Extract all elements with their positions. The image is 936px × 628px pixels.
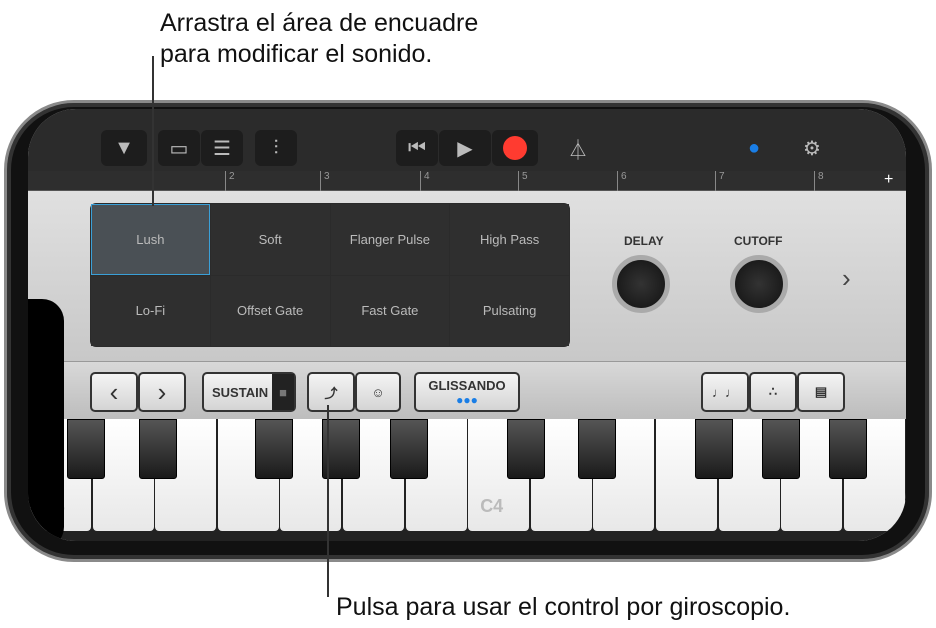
- triangle-down-icon: ▼: [114, 136, 134, 159]
- keyboard[interactable]: C3C4: [28, 419, 906, 541]
- settings-button[interactable]: ⚙: [792, 130, 832, 166]
- black-key[interactable]: [255, 419, 293, 479]
- ruler-bar: 5: [518, 171, 528, 191]
- black-key[interactable]: [762, 419, 800, 479]
- black-key[interactable]: [829, 419, 867, 479]
- black-key[interactable]: [578, 419, 616, 479]
- callout-bottom: Pulsa para usar el control por giroscopi…: [336, 593, 791, 621]
- callout-top: Arrastra el área de encuadre para modifi…: [160, 9, 479, 68]
- ruler-bar: 8: [814, 171, 824, 191]
- keyboard-controls: ‹ › SUSTAIN ■ ⤴ ☺ GLISSANDO ●●● ♩♩ ∴ ▤: [28, 361, 906, 419]
- preset-cell[interactable]: Flanger Pulse: [330, 204, 450, 275]
- garageband-screen: ▼ ▭ ☰ ⫶ ⏮ ▶ ⏃ ● ⚙ 2 3 4 5 6 7 8 + Lush S…: [28, 109, 906, 541]
- list-icon: ☰: [213, 137, 231, 160]
- preset-cell[interactable]: Offset Gate: [210, 275, 330, 346]
- record-icon: [503, 136, 527, 160]
- metronome-icon: ⏃: [568, 139, 588, 162]
- ruler-bar: 3: [320, 171, 330, 191]
- notes-icon: ♩♩: [712, 384, 738, 400]
- cutoff-label: CUTOFF: [734, 234, 783, 248]
- skip-back-icon: ⏮: [408, 136, 426, 159]
- sliders-icon: ⫶: [273, 136, 279, 159]
- black-key[interactable]: [695, 419, 733, 479]
- gyroscope-button[interactable]: ⤴: [307, 372, 355, 412]
- dots-icon: ●●●: [456, 392, 478, 407]
- smart-controls-button[interactable]: ●: [734, 130, 774, 166]
- ruler[interactable]: 2 3 4 5 6 7 8 +: [28, 171, 906, 191]
- ruler-bar: 7: [715, 171, 725, 191]
- preset-cell[interactable]: Soft: [210, 204, 330, 275]
- phone-notch: [28, 299, 64, 541]
- knob-icon: ●: [747, 136, 761, 159]
- browser-dropdown-button[interactable]: ▼: [101, 130, 147, 166]
- callout-line-bottom: [327, 405, 329, 597]
- ruler-bar: 4: [420, 171, 430, 191]
- preset-cell[interactable]: Pulsating: [450, 275, 569, 346]
- black-key[interactable]: [390, 419, 428, 479]
- smiley-icon: ☺: [371, 384, 385, 400]
- velocity-button[interactable]: ☺: [355, 372, 401, 412]
- lock-icon[interactable]: ■: [272, 374, 294, 410]
- rewind-button[interactable]: ⏮: [396, 130, 438, 166]
- arrange-view-button[interactable]: ☰: [201, 130, 243, 166]
- delay-knob[interactable]: [612, 255, 670, 313]
- ruler-bar: 6: [617, 171, 627, 191]
- notes-button[interactable]: ♩♩: [701, 372, 749, 412]
- black-key[interactable]: [67, 419, 105, 479]
- black-key[interactable]: [139, 419, 177, 479]
- smart-controls-panel: Lush Soft Flanger Pulse High Pass Lo-Fi …: [28, 191, 906, 361]
- black-key[interactable]: [507, 419, 545, 479]
- metronome-button[interactable]: ⏃: [558, 130, 598, 166]
- play-icon: ▶: [457, 137, 473, 160]
- play-button[interactable]: ▶: [439, 130, 491, 166]
- sustain-label: SUSTAIN: [212, 384, 269, 400]
- record-button[interactable]: [492, 130, 538, 166]
- glissando-button[interactable]: GLISSANDO ●●●: [414, 372, 520, 412]
- preset-cell[interactable]: Lush: [91, 204, 210, 275]
- toolbar: ▼ ▭ ☰ ⫶ ⏮ ▶ ⏃ ● ⚙: [28, 109, 906, 171]
- octave-down-button[interactable]: ‹: [90, 372, 138, 412]
- add-section-button[interactable]: +: [884, 171, 893, 189]
- ruler-bar: 2: [225, 171, 235, 191]
- cutoff-knob[interactable]: [730, 255, 788, 313]
- callout-line-top: [152, 56, 154, 206]
- preset-cell[interactable]: Lo-Fi: [91, 275, 210, 346]
- gear-icon: ⚙: [803, 137, 821, 160]
- tracks-icon: ▭: [169, 137, 189, 160]
- preset-cell[interactable]: Fast Gate: [330, 275, 450, 346]
- mixer-button[interactable]: ⫶: [255, 130, 297, 166]
- gyroscope-icon: ⤴: [324, 385, 338, 401]
- arpeggio-icon: ∴: [768, 384, 778, 399]
- chevron-right-icon[interactable]: ›: [842, 263, 851, 294]
- preset-grid[interactable]: Lush Soft Flanger Pulse High Pass Lo-Fi …: [90, 203, 570, 347]
- note-label: C4: [480, 496, 504, 516]
- glissando-label: GLISSANDO: [428, 377, 506, 393]
- arpeggiator-button[interactable]: ∴: [749, 372, 797, 412]
- octave-up-button[interactable]: ›: [138, 372, 186, 412]
- sustain-button[interactable]: SUSTAIN ■: [202, 372, 296, 412]
- preset-cell[interactable]: High Pass: [450, 204, 569, 275]
- scale-button[interactable]: ▤: [797, 372, 845, 412]
- delay-label: DELAY: [624, 234, 664, 248]
- scale-icon: ▤: [814, 384, 828, 399]
- tracks-view-button[interactable]: ▭: [158, 130, 200, 166]
